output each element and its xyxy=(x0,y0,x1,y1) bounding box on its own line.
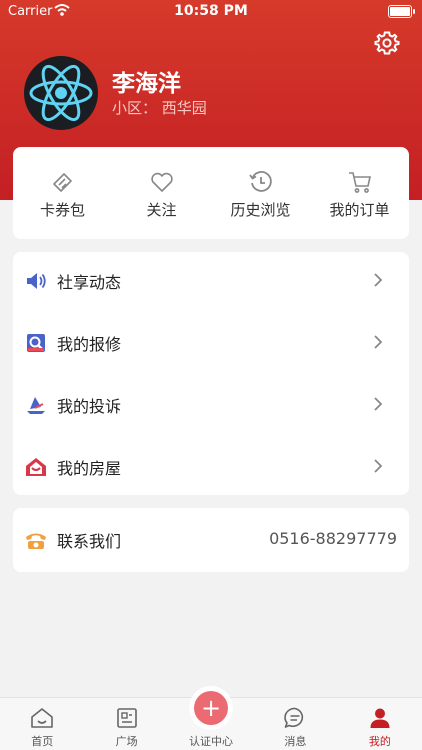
complaint-icon xyxy=(27,397,45,414)
quick-action-coupons[interactable]: 卡券包 xyxy=(13,147,112,239)
menu-item-complaint[interactable]: 我的投诉 xyxy=(13,374,409,436)
tab-label: 首页 xyxy=(31,735,54,748)
battery-icon xyxy=(388,5,415,18)
chevron-right-icon xyxy=(374,459,383,473)
tab-label: 认证中心 xyxy=(189,735,234,748)
quick-action-history[interactable]: 历史浏览 xyxy=(211,147,310,239)
tab-mine[interactable]: 我的 xyxy=(338,698,422,750)
contact-card[interactable]: 联系我们 0516-88297779 xyxy=(13,508,409,572)
tab-bar: 首页 广场 + 认证中心 消息 我的 xyxy=(0,686,422,750)
tab-label: 广场 xyxy=(115,735,138,748)
telephone-icon xyxy=(26,533,46,549)
quick-action-label: 关注 xyxy=(146,201,177,219)
quick-action-orders[interactable]: 我的订单 xyxy=(310,147,409,239)
contact-label: 联系我们 xyxy=(57,532,122,551)
status-time: 10:58 PM xyxy=(174,3,248,19)
home-icon xyxy=(31,708,54,728)
quick-actions-card: 卡券包 关注 历史浏览 我的订单 xyxy=(13,147,409,239)
coupon-icon xyxy=(52,173,72,192)
menu-item-repair[interactable]: 我的报修 xyxy=(13,312,409,374)
cart-icon xyxy=(348,172,371,193)
menu-item-label: 我的报修 xyxy=(57,335,122,354)
tab-label: 我的 xyxy=(368,735,391,748)
speaker-icon xyxy=(27,273,46,289)
history-icon xyxy=(248,171,272,192)
quick-action-label: 我的订单 xyxy=(329,201,390,219)
tab-home[interactable]: 首页 xyxy=(0,698,84,750)
certification-button-ring: + xyxy=(189,686,234,730)
tab-label: 消息 xyxy=(284,735,307,748)
quick-action-follow[interactable]: 关注 xyxy=(112,147,211,239)
message-icon xyxy=(284,707,304,728)
menu-item-house[interactable]: 我的房屋 xyxy=(13,436,409,498)
tab-messages[interactable]: 消息 xyxy=(253,698,337,750)
plus-icon[interactable]: + xyxy=(194,691,229,725)
tab-square[interactable]: 广场 xyxy=(84,698,168,750)
user-name: 李海洋 xyxy=(112,71,181,97)
menu-item-community-feed[interactable]: 社享动态 xyxy=(13,250,409,312)
menu-item-label: 社享动态 xyxy=(57,273,122,292)
repair-icon xyxy=(27,334,45,352)
house-icon xyxy=(26,458,46,476)
status-bar: Carrier 10:58 PM xyxy=(0,0,422,24)
user-icon xyxy=(370,708,390,728)
menu-card: 社享动态 我的报修 我的投诉 我的房屋 xyxy=(13,252,409,495)
tab-certification-center[interactable]: + 认证中心 xyxy=(169,686,253,750)
menu-item-label: 我的投诉 xyxy=(57,397,122,416)
settings-gear-icon[interactable] xyxy=(374,30,400,56)
chevron-right-icon xyxy=(374,397,383,411)
quick-action-label: 卡券包 xyxy=(39,201,85,219)
chevron-right-icon xyxy=(374,273,383,287)
square-icon xyxy=(116,708,137,728)
heart-icon xyxy=(150,172,173,192)
atom-avatar-image xyxy=(29,64,93,122)
user-community: 小区： 西华园 xyxy=(112,99,207,117)
avatar[interactable] xyxy=(24,56,98,130)
quick-action-label: 历史浏览 xyxy=(230,201,291,219)
contact-phone-number[interactable]: 0516-88297779 xyxy=(269,529,397,548)
chevron-right-icon xyxy=(374,335,383,349)
menu-item-label: 我的房屋 xyxy=(57,459,122,478)
